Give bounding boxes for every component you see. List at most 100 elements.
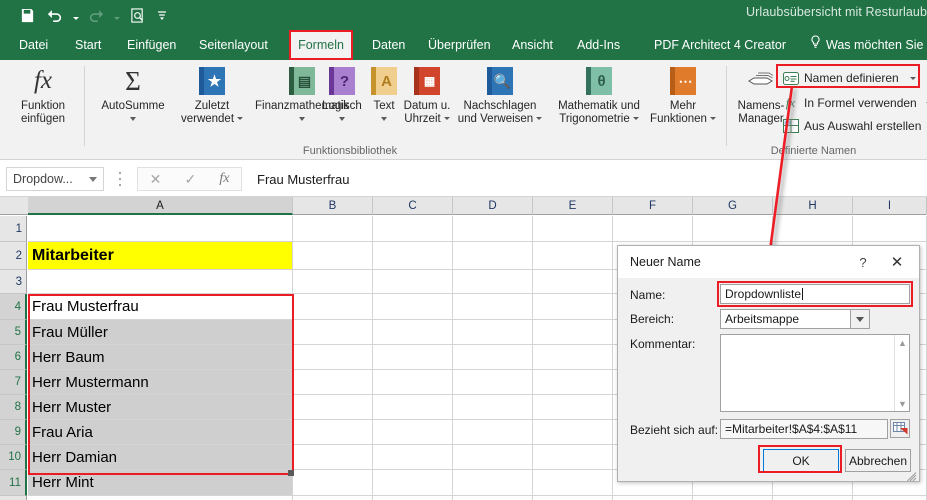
column-header-b[interactable]: B <box>293 197 373 215</box>
enter-icon[interactable]: ✓ <box>184 171 196 188</box>
cell-a6[interactable]: Herr Baum <box>28 345 293 370</box>
cell-d3[interactable] <box>453 270 533 294</box>
column-header-i[interactable]: I <box>853 197 927 215</box>
cell-h12[interactable] <box>773 496 853 500</box>
cell-d2[interactable] <box>453 242 533 270</box>
column-header-f[interactable]: F <box>613 197 693 215</box>
column-header-g[interactable]: G <box>693 197 773 215</box>
row-header-11[interactable]: 11 <box>0 470 27 496</box>
autosum-caret-icon[interactable] <box>130 113 136 124</box>
cell-c9[interactable] <box>373 420 453 445</box>
cell-a1[interactable] <box>28 216 293 242</box>
cell-a4[interactable]: Frau Musterfrau <box>28 294 293 320</box>
define-name-button[interactable]: Namen definieren <box>782 68 916 88</box>
scroll-down-icon[interactable]: ▼ <box>895 396 910 411</box>
cell-c2[interactable] <box>373 242 453 270</box>
cell-c7[interactable] <box>373 370 453 395</box>
customize-quick-access-toolbar-icon[interactable] <box>152 3 172 27</box>
cell-a2[interactable]: Mitarbeiter <box>28 242 293 270</box>
math-trig-button[interactable]: θ Mathematik und Trigonometrie <box>546 64 652 126</box>
cell-c1[interactable] <box>373 216 453 242</box>
ok-button[interactable]: OK <box>763 449 839 472</box>
formula-input[interactable]: Frau Musterfrau <box>252 167 921 191</box>
text-caret-icon[interactable] <box>381 113 387 124</box>
cell-e12[interactable] <box>533 496 613 500</box>
date-time-button[interactable]: ▦ Datum u. Uhrzeit <box>396 64 458 126</box>
cell-i12[interactable] <box>853 496 927 500</box>
cell-b1[interactable] <box>293 216 373 242</box>
cancel-button[interactable]: Abbrechen <box>845 449 911 472</box>
row-header-2[interactable]: 2 <box>0 242 27 270</box>
row-header-10[interactable]: 10 <box>0 445 27 470</box>
insert-function-icon[interactable]: fx <box>219 171 229 187</box>
cell-e4[interactable] <box>533 294 613 320</box>
cell-d7[interactable] <box>453 370 533 395</box>
cell-a11[interactable]: Herr Mint <box>28 470 293 496</box>
fill-handle[interactable] <box>288 470 294 476</box>
cell-d5[interactable] <box>453 320 533 345</box>
date-time-caret-icon[interactable] <box>443 117 450 120</box>
tab-einfuegen[interactable]: Einfügen <box>118 30 185 60</box>
cell-d8[interactable] <box>453 395 533 420</box>
tab-ueberpruefen[interactable]: Überprüfen <box>419 30 500 60</box>
cell-b11[interactable] <box>293 470 373 496</box>
name-box[interactable]: Dropdow... <box>6 167 104 191</box>
cell-e2[interactable] <box>533 242 613 270</box>
print-preview-icon[interactable] <box>124 3 150 27</box>
cell-h1[interactable] <box>773 216 853 242</box>
cell-b12[interactable] <box>293 496 373 500</box>
insert-function-button[interactable]: fx Funktion einfügen <box>6 64 80 126</box>
tab-datei[interactable]: Datei <box>10 30 57 60</box>
tab-add-ins[interactable]: Add-Ins <box>568 30 629 60</box>
column-header-h[interactable]: H <box>773 197 853 215</box>
cell-c12[interactable] <box>373 496 453 500</box>
cell-d6[interactable] <box>453 345 533 370</box>
cell-b7[interactable] <box>293 370 373 395</box>
row-header-6[interactable]: 6 <box>0 345 27 370</box>
column-header-c[interactable]: C <box>373 197 453 215</box>
cell-b8[interactable] <box>293 395 373 420</box>
close-icon[interactable]: ✕ <box>885 251 909 273</box>
cell-e1[interactable] <box>533 216 613 242</box>
cell-a9[interactable]: Frau Aria <box>28 420 293 445</box>
row-header-4[interactable]: 4 <box>0 294 27 320</box>
comment-field[interactable]: ▲ ▼ <box>720 334 910 412</box>
cell-c4[interactable] <box>373 294 453 320</box>
scope-select[interactable]: Arbeitsmappe <box>720 309 870 329</box>
cell-f12[interactable] <box>613 496 693 500</box>
cell-e3[interactable] <box>533 270 613 294</box>
autosum-button[interactable]: Σ AutoSumme <box>92 64 174 124</box>
chevron-down-icon[interactable] <box>850 310 869 328</box>
cell-c11[interactable] <box>373 470 453 496</box>
financial-caret-icon[interactable] <box>299 113 305 124</box>
cell-d9[interactable] <box>453 420 533 445</box>
column-header-a[interactable]: A <box>28 197 293 215</box>
cell-b4[interactable] <box>293 294 373 320</box>
row-header-1[interactable]: 1 <box>0 216 27 242</box>
row-header-3[interactable]: 3 <box>0 270 27 294</box>
cell-a3[interactable] <box>28 270 293 294</box>
cell-b10[interactable] <box>293 445 373 470</box>
cell-f1[interactable] <box>613 216 693 242</box>
collapse-dialog-icon[interactable] <box>890 419 910 438</box>
column-header-d[interactable]: D <box>453 197 533 215</box>
cell-b5[interactable] <box>293 320 373 345</box>
cell-b3[interactable] <box>293 270 373 294</box>
cell-g1[interactable] <box>693 216 773 242</box>
create-from-selection-button[interactable]: Aus Auswahl erstellen <box>782 116 921 136</box>
cell-g12[interactable] <box>693 496 773 500</box>
lookup-reference-button[interactable]: 🔍 Nachschlagen und Verweisen <box>452 64 548 126</box>
cell-d1[interactable] <box>453 216 533 242</box>
math-trig-caret-icon[interactable] <box>632 117 639 120</box>
cell-e10[interactable] <box>533 445 613 470</box>
undo-icon[interactable] <box>42 3 68 27</box>
help-icon[interactable]: ? <box>853 253 873 271</box>
cell-i1[interactable] <box>853 216 927 242</box>
cell-b9[interactable] <box>293 420 373 445</box>
cell-c10[interactable] <box>373 445 453 470</box>
tab-formeln[interactable]: Formeln <box>290 30 352 60</box>
cell-c5[interactable] <box>373 320 453 345</box>
cell-a8[interactable]: Herr Muster <box>28 395 293 420</box>
cell-c3[interactable] <box>373 270 453 294</box>
cell-e8[interactable] <box>533 395 613 420</box>
